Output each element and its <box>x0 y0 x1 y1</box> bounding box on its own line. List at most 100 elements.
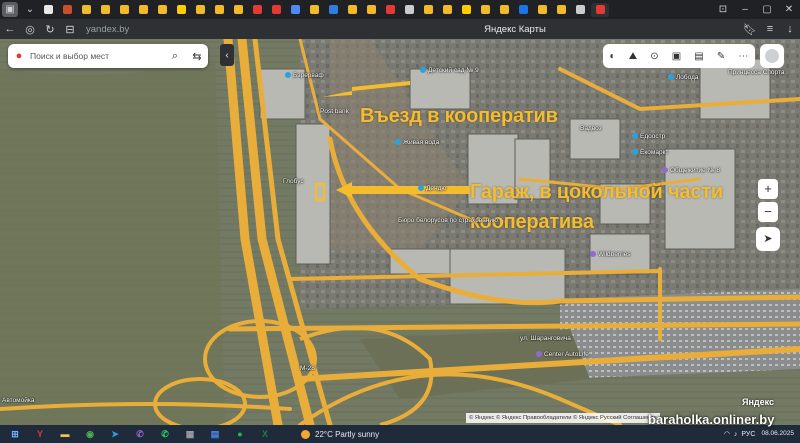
more-icon[interactable]: ⋯ <box>738 51 748 62</box>
browser-tab[interactable] <box>249 3 265 17</box>
panorama-icon[interactable]: ⊙ <box>650 51 658 62</box>
browser-menu-icon[interactable]: ▣ <box>2 2 18 17</box>
whatsapp-icon[interactable]: ✆ <box>155 426 175 442</box>
browser-tab[interactable] <box>135 3 151 17</box>
watermark: baraholka.onliner.by <box>648 412 775 427</box>
my-location-icon[interactable]: ➤ <box>756 227 780 251</box>
browser-tab[interactable] <box>40 3 56 17</box>
poi-label[interactable]: Wildberries <box>590 251 631 258</box>
close-window-icon[interactable]: ✕ <box>778 4 800 15</box>
viber-icon[interactable]: ✆ <box>130 426 150 442</box>
poi-label[interactable]: Автомойка <box>2 397 34 404</box>
poi-label[interactable]: Бэрерваф <box>285 72 324 79</box>
browser-tab[interactable] <box>173 3 189 17</box>
poi-label[interactable]: Вадвоз <box>580 125 602 132</box>
map-attribution[interactable]: © Яндекс © Яндекс Правообладатели © Янде… <box>466 413 660 423</box>
poi-label[interactable]: Post bank <box>320 108 349 115</box>
browser-tab[interactable] <box>572 3 588 17</box>
tab-favicon-icon <box>100 5 110 14</box>
collapse-panel-icon[interactable]: ‹ <box>220 44 234 66</box>
browser-tab[interactable] <box>515 3 531 17</box>
browser-tab[interactable] <box>401 3 417 17</box>
browser-tab[interactable] <box>420 3 436 17</box>
minimize-icon[interactable]: – <box>734 4 756 15</box>
browser-tab[interactable] <box>344 3 360 17</box>
file-explorer-icon[interactable]: ▬ <box>55 426 75 442</box>
browser-tab[interactable] <box>154 3 170 17</box>
zoom-out-button[interactable]: − <box>758 202 778 222</box>
browser-tab[interactable] <box>363 3 379 17</box>
browser-tab[interactable] <box>325 3 341 17</box>
map-search-box[interactable]: ● Поиск и выбор мест ⌕ ⇆ <box>8 44 208 68</box>
browser-tab[interactable] <box>192 3 208 17</box>
browser-tab[interactable] <box>553 3 569 17</box>
browser-tab[interactable] <box>382 3 398 17</box>
windows-taskbar: ⊞ Y ▬ ◉ ➤ ✆ ✆ ▦ ▤ ● X 22°C Partly sunny … <box>0 425 800 443</box>
browser-tab[interactable] <box>78 3 94 17</box>
poi-label[interactable]: Едоостр <box>632 133 665 140</box>
telegram-icon[interactable]: ➤ <box>105 426 125 442</box>
poi-label[interactable]: Принцесса Спорта <box>728 69 785 76</box>
browser-tab[interactable] <box>534 3 550 17</box>
ruler-icon[interactable]: ✎ <box>717 51 725 62</box>
maximize-icon[interactable]: ▢ <box>756 4 778 15</box>
menu-icon[interactable]: ≡ <box>760 23 780 35</box>
spotify-icon[interactable]: ● <box>230 426 250 442</box>
poi-label[interactable]: Лобода <box>668 74 698 81</box>
browser-tab[interactable] <box>477 3 493 17</box>
poi-label[interactable]: Живая вода <box>395 139 439 146</box>
search-input[interactable]: Поиск и выбор мест <box>30 51 164 61</box>
browser-tab[interactable] <box>59 3 75 17</box>
browser-tab[interactable] <box>439 3 455 17</box>
zoom-in-button[interactable]: + <box>758 179 778 199</box>
back-icon[interactable]: ← <box>0 23 20 35</box>
bookmark-icon[interactable]: 🔖︎ <box>740 23 760 36</box>
download-icon[interactable]: ↓ <box>780 23 800 35</box>
poi-label[interactable]: Дендю <box>418 185 446 192</box>
weather-widget[interactable]: 22°C Partly sunny <box>301 429 379 439</box>
poi-label[interactable]: Общежитие № 8 <box>662 167 720 174</box>
poi-label[interactable]: Бюро белорусов по страхованию <box>398 217 498 224</box>
windows-start-icon[interactable]: ⊞ <box>5 426 25 442</box>
tab-search-icon[interactable]: ⌄ <box>22 2 38 17</box>
user-profile-button[interactable] <box>760 44 784 68</box>
transport-icon[interactable]: ▣ <box>672 51 681 62</box>
traffic-icon[interactable]: ▤ <box>694 51 703 62</box>
poi-label[interactable]: Center AutoLife <box>536 351 589 358</box>
clock[interactable]: 08.06.2025 <box>761 430 794 438</box>
browser-tab[interactable] <box>211 3 227 17</box>
search-icon[interactable]: ⌕ <box>164 50 186 63</box>
browser-tab[interactable] <box>306 3 322 17</box>
road-label: М-28 <box>300 365 315 372</box>
tab-favicon-icon <box>214 5 224 14</box>
wifi-icon[interactable]: ◠ <box>724 430 730 438</box>
layers-icon[interactable]: ◐ <box>610 51 616 62</box>
browser-tab[interactable] <box>268 3 284 17</box>
browser-tab[interactable] <box>496 3 512 17</box>
map-mode-icon[interactable]: ⛰︎ <box>629 51 637 62</box>
volume-icon[interactable]: ♪ <box>734 431 738 438</box>
browser-tab[interactable] <box>116 3 132 17</box>
map-canvas[interactable]: Въезд в кооператив Гараж, в цокольной ча… <box>0 39 800 425</box>
excel-icon[interactable]: X <box>255 426 275 442</box>
calendar-icon[interactable]: ▤ <box>205 426 225 442</box>
account-icon[interactable]: ◎ <box>20 23 40 36</box>
browser-tab[interactable] <box>591 2 609 17</box>
yandex-browser-icon[interactable]: Y <box>30 426 50 442</box>
tab-actions-icon[interactable]: ⊡ <box>712 4 734 15</box>
site-info-icon[interactable]: ⊟ <box>60 23 80 36</box>
route-icon[interactable]: ⇆ <box>186 50 208 63</box>
browser-tab[interactable] <box>458 3 474 17</box>
language-indicator[interactable]: РУС <box>741 431 755 438</box>
url-field[interactable]: yandex.by <box>86 24 170 35</box>
reload-icon[interactable]: ↻ <box>40 23 60 36</box>
browser-tab[interactable] <box>97 3 113 17</box>
chrome-icon[interactable]: ◉ <box>80 426 100 442</box>
poi-label[interactable]: Глобус <box>283 178 304 185</box>
browser-tab[interactable] <box>230 3 246 17</box>
poi-label[interactable]: Детский сад № 9 <box>420 67 479 74</box>
browser-tab[interactable] <box>287 3 303 17</box>
calculator-icon[interactable]: ▦ <box>180 426 200 442</box>
tab-favicon-icon <box>81 5 91 14</box>
poi-label[interactable]: Ёкомаркт <box>632 149 668 156</box>
